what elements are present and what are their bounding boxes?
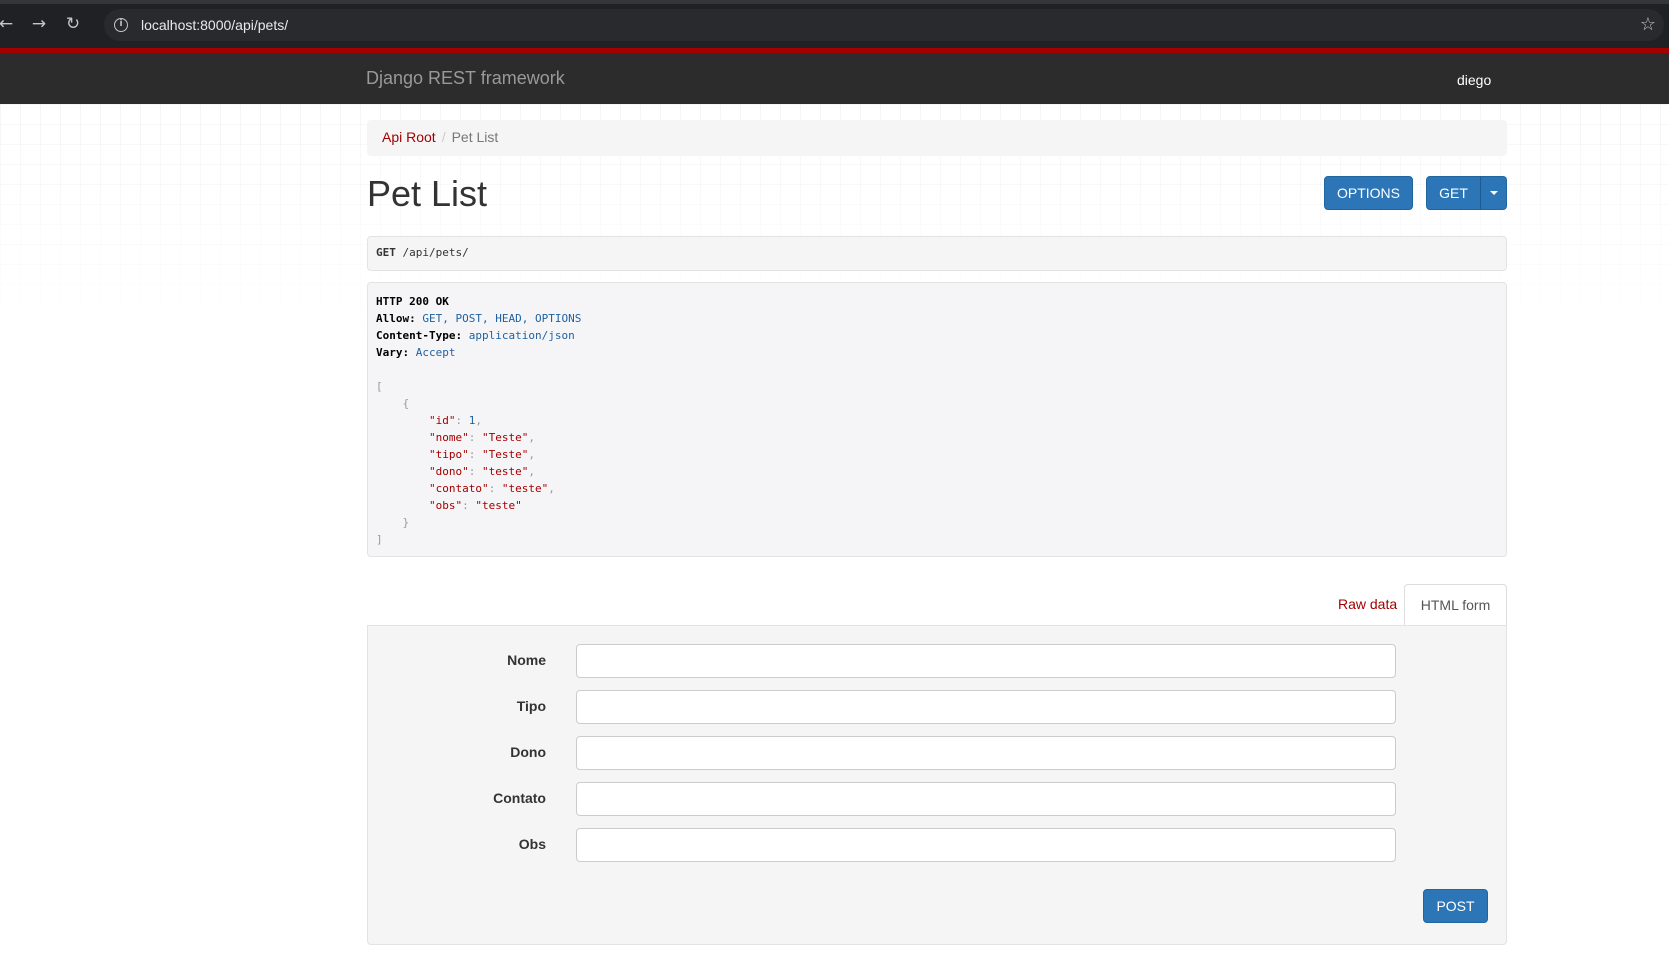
json-key: "contato" (428, 482, 489, 495)
json-close-array: ] (376, 533, 383, 546)
post-button[interactable]: POST (1423, 889, 1488, 923)
tab-html-form[interactable]: HTML form (1404, 584, 1507, 626)
form-tabs: Raw data HTML form (367, 584, 1507, 626)
breadcrumb-current: Pet List (451, 129, 499, 145)
json-value: "teste" (481, 465, 529, 478)
breadcrumb: Api Root / Pet List (367, 120, 1507, 156)
address-bar[interactable]: i localhost:8000/api/pets/ ☆ (104, 9, 1664, 41)
field-label: Tipo (516, 698, 546, 714)
tipo-input[interactable] (576, 690, 1396, 724)
json-key: "id" (428, 414, 456, 427)
tab-strip-edge (0, 0, 1669, 4)
json-value: "Teste" (481, 448, 529, 461)
json-value: "teste" (475, 499, 522, 512)
form-row-dono: Dono (368, 736, 1508, 770)
get-button[interactable]: GET (1426, 176, 1481, 210)
header-value: GET, POST, HEAD, OPTIONS (422, 312, 582, 325)
header-key: Content-Type (376, 329, 456, 342)
json-value: "teste" (501, 482, 549, 495)
back-icon[interactable]: ← (0, 12, 18, 36)
top-navbar: Django REST framework diego (0, 48, 1669, 104)
obs-input[interactable] (576, 828, 1396, 862)
address-url[interactable]: localhost:8000/api/pets/ (141, 17, 288, 33)
breadcrumb-api-root[interactable]: Api Root (382, 129, 436, 145)
breadcrumb-separator: / (441, 129, 446, 145)
forward-icon[interactable]: → (27, 12, 51, 36)
brand-link[interactable]: Django REST framework (366, 68, 565, 89)
form-row-contato: Contato (368, 782, 1508, 816)
dono-input[interactable] (576, 736, 1396, 770)
contato-input[interactable] (576, 782, 1396, 816)
response-status: HTTP 200 OK (376, 295, 449, 308)
user-menu[interactable]: diego (1457, 72, 1491, 88)
header-key: Vary (376, 346, 403, 359)
json-open-object: { (402, 397, 410, 410)
json-key: "nome" (428, 431, 469, 444)
page-title: Pet List (367, 173, 488, 214)
header-value: application/json (468, 329, 575, 342)
form-row-nome: Nome (368, 644, 1508, 678)
html-form-panel: Nome Tipo Dono Contato Obs POST (367, 625, 1507, 945)
tab-raw-data[interactable]: Raw data (1323, 584, 1412, 626)
caret-down-icon (1489, 191, 1498, 195)
header-key: Allow (376, 312, 410, 325)
get-format-dropdown-button[interactable] (1480, 176, 1507, 210)
header-value: Accept (415, 346, 456, 359)
request-info: GET /api/pets/ (367, 236, 1507, 271)
nome-input[interactable] (576, 644, 1396, 678)
field-label: Nome (507, 652, 546, 668)
bookmark-star-icon[interactable]: ☆ (1640, 14, 1656, 35)
field-label: Contato (493, 790, 546, 806)
json-key: "dono" (428, 465, 469, 478)
json-value: "Teste" (481, 431, 529, 444)
browser-toolbar: ← → ↻ i localhost:8000/api/pets/ ☆ (0, 0, 1669, 48)
options-button[interactable]: OPTIONS (1324, 176, 1413, 210)
reload-icon[interactable]: ↻ (61, 12, 85, 36)
json-open-array: [ (376, 380, 383, 393)
request-path: /api/pets/ (402, 246, 469, 259)
json-close-object: } (402, 516, 410, 529)
field-label: Obs (518, 836, 546, 852)
json-key: "tipo" (428, 448, 469, 461)
form-row-tipo: Tipo (368, 690, 1508, 724)
json-key: "obs" (428, 499, 463, 512)
site-info-icon[interactable]: i (114, 18, 128, 32)
form-row-obs: Obs (368, 828, 1508, 862)
response-info: HTTP 200 OK Allow: GET, POST, HEAD, OPTI… (367, 282, 1507, 557)
request-method: GET (376, 246, 396, 259)
field-label: Dono (510, 744, 546, 760)
